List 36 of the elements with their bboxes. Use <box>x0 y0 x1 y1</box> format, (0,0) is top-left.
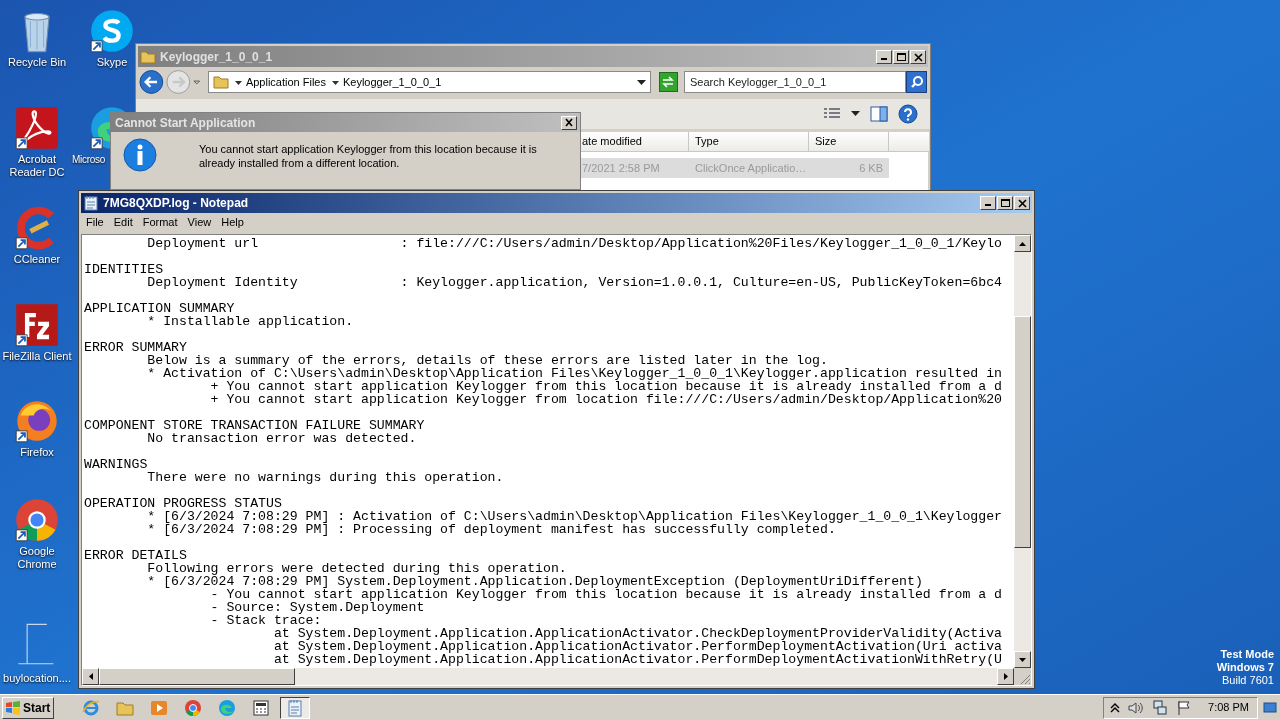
table-cell-text: 7/2021 2:58 PM <box>581 160 661 176</box>
log-line: WARNINGS <box>84 458 149 471</box>
log-line: - Stack trace: <box>209 614 322 627</box>
log-line: Following errors were detected during this operation. <box>146 562 567 575</box>
log-line: Deployment Identity : Keylogger.application, Version=1.0.0.1, Culture=en-US, PublicKeyToken=6bc4 <box>146 276 1003 289</box>
system-info-text: Windows 7 <box>1216 661 1274 674</box>
log-line: There were no warnings during this operation. <box>146 471 505 484</box>
log-line: ERROR DETAILS <box>84 549 188 562</box>
log-line: - Source: System.Deployment <box>209 601 425 614</box>
log-line: * [6/3/2024 7:08:29 PM] : Activation of C:\Users\admin\Desktop\Application Files\Keylogger_1_0_0_1\Keylogger <box>146 510 1003 523</box>
log-line: Deployment url : file:///C:/Users/admin/Desktop/Application%20Files/Keylogger_1_0_0_1/Keylo <box>146 237 1003 250</box>
system-info-text: Test Mode <box>1220 648 1274 661</box>
log-line: * [6/3/2024 7:08:29 PM] : Processing of deployment manifest has successfully completed. <box>146 523 836 536</box>
log-line: COMPONENT STORE TRANSACTION FAILURE SUMMARY <box>84 419 426 432</box>
dialog-title: Cannot Start Application <box>115 114 256 132</box>
log-line: at System.Deployment.Application.ApplicationActivator.PerformDeploymentActivation(Uri activa <box>272 640 1003 653</box>
log-line: OPERATION PROGRESS STATUS <box>84 497 283 510</box>
log-line: - You cannot start application Keylogger from this location because it is already installed from a d <box>210 588 1003 601</box>
system-info-text: Build 7601 <box>1222 674 1274 687</box>
log-line: Below is a summary of the errors, details of these errors are listed later in the log. <box>146 354 828 367</box>
log-line: APPLICATION SUMMARY <box>84 302 236 315</box>
table-cell-text: 6 KB <box>858 160 884 176</box>
log-line: IDENTITIES <box>84 263 165 276</box>
log-line: * Installable application. <box>146 315 355 328</box>
log-line: ERROR SUMMARY <box>84 341 188 354</box>
log-line: + You cannot start application Keylogger from location file:///C:/Users/admin/Desktop/Application%20 <box>209 393 1003 406</box>
log-line: + You cannot start application Keylogger from this location because it is already installed from a d <box>209 380 1003 393</box>
dialog-message: You cannot start application Keylogger from this location because it is already installed from a different location. <box>199 142 538 170</box>
log-line: at System.Deployment.Application.ApplicationActivator.PerformDeploymentActivationWithRetry(U <box>272 653 1003 666</box>
log-line: at System.Deployment.Application.ApplicationActivator.CheckDeploymentProviderValidity(Activa <box>272 627 1003 640</box>
log-line: No transaction error was detected. <box>146 432 418 445</box>
window-title: 7MG8QXDP.log - Notepad <box>103 195 249 212</box>
table-cell-text: ClickOnce Applicatio… <box>694 160 808 176</box>
window-title: Keylogger_1_0_0_1 <box>160 48 273 66</box>
log-line: * Activation of C:\Users\admin\Desktop\Application Files\Keylogger_1_0_0_1\Keylogger.application resulted in <box>146 367 1003 380</box>
log-line: * [6/3/2024 7:08:29 PM] System.Deployment.Application.DeploymentException (DeploymentUriDifferent) <box>146 575 923 588</box>
